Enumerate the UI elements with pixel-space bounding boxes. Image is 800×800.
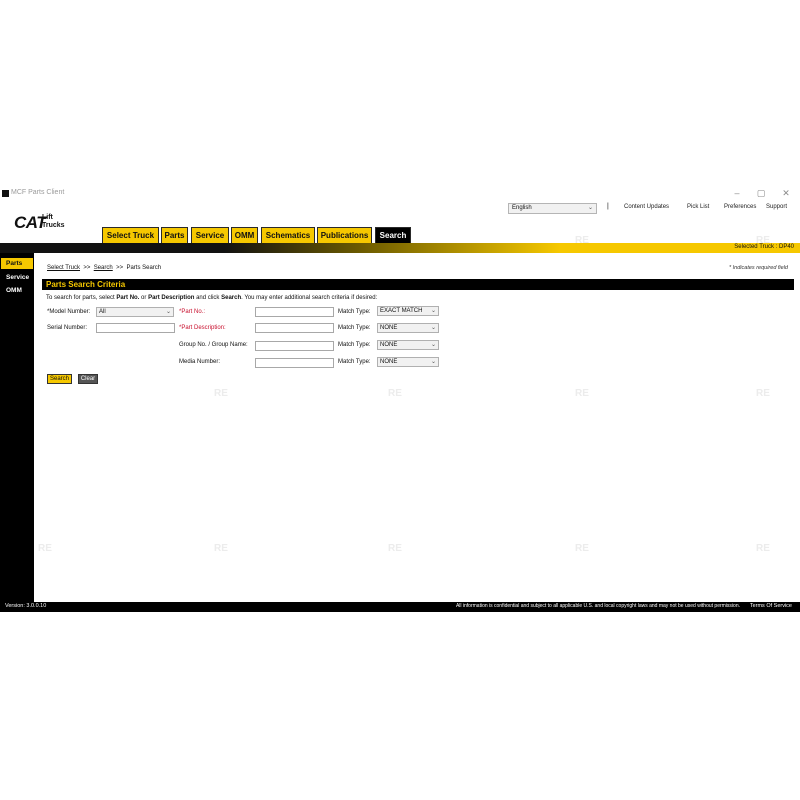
model-number-select[interactable]: All ⌄ [96, 307, 174, 317]
watermark: RE [575, 235, 589, 246]
watermark: RE [214, 543, 228, 554]
match-type-label: Match Type: [338, 309, 371, 315]
title-bar: MCF Parts Client – ▢ ✕ [0, 187, 800, 201]
section-title: Parts Search Criteria [46, 280, 126, 289]
section-header: Parts Search Criteria [42, 279, 794, 290]
language-value: English [512, 205, 532, 211]
breadcrumb-current: Parts Search [126, 265, 162, 271]
tab-schematics[interactable]: Schematics [261, 227, 315, 243]
tab-parts[interactable]: Parts [161, 227, 188, 243]
breadcrumb-sep: >> [116, 265, 124, 271]
logo-subtitle: Lift Trucks [42, 214, 65, 229]
chevron-down-icon: ⌄ [430, 342, 436, 348]
instructions-part: Search [221, 295, 242, 301]
instructions-part: . You may enter additional search criter… [241, 295, 378, 301]
match-type-value: EXACT MATCH [380, 308, 423, 314]
watermark: RE [388, 388, 402, 399]
instructions-part: and click [194, 295, 222, 301]
close-button[interactable]: ✕ [780, 188, 792, 199]
watermark: RE [388, 543, 402, 554]
header-separator: | [607, 203, 609, 210]
sidebar: Parts Service OMM [0, 253, 34, 602]
window-title: MCF Parts Client [11, 189, 65, 196]
match-type-label: Match Type: [338, 359, 371, 365]
match-type-select-group[interactable]: NONE ⌄ [377, 340, 439, 350]
breadcrumb-select-truck[interactable]: Select Truck [47, 265, 80, 271]
match-type-select-part-no[interactable]: EXACT MATCH ⌄ [377, 306, 439, 316]
serial-number-input[interactable] [96, 323, 175, 333]
sidebar-item-service[interactable]: Service [1, 272, 33, 283]
chevron-down-icon: ⌄ [430, 359, 436, 365]
media-number-label: Media Number: [179, 359, 221, 365]
instructions-part: or [139, 295, 149, 301]
instructions-part: Part No. [116, 295, 140, 301]
preferences-link[interactable]: Preferences [724, 204, 756, 210]
terms-of-service-link[interactable]: Terms Of Service [750, 603, 792, 609]
support-link[interactable]: Support [766, 204, 787, 210]
serial-number-label: Serial Number: [47, 325, 88, 331]
match-type-select-media[interactable]: NONE ⌄ [377, 357, 439, 367]
group-label: Group No. / Group Name: [179, 342, 248, 348]
clear-button[interactable]: Clear [78, 374, 98, 384]
media-number-input[interactable] [255, 358, 334, 368]
watermark: RE [756, 235, 770, 246]
model-number-label: *Model Number: [47, 309, 91, 315]
tab-search[interactable]: Search [375, 227, 411, 243]
tab-select-truck[interactable]: Select Truck [102, 227, 159, 243]
cat-lift-trucks-logo: CAT Lift Trucks [14, 213, 65, 233]
legal-notice: All information is confidential and subj… [455, 603, 740, 609]
language-select[interactable]: English ⌄ [508, 203, 597, 214]
version-label: Version: 3.0.0.10 [5, 603, 47, 609]
search-button[interactable]: Search [47, 374, 72, 384]
tab-service[interactable]: Service [191, 227, 229, 243]
part-no-label: *Part No.: [179, 309, 206, 315]
sidebar-item-parts[interactable]: Parts [1, 258, 33, 269]
watermark: RE [38, 543, 52, 554]
watermark: RE [756, 543, 770, 554]
match-type-select-description[interactable]: NONE ⌄ [377, 323, 439, 333]
watermark: RE [575, 388, 589, 399]
model-number-value: All [99, 309, 106, 315]
maximize-button[interactable]: ▢ [755, 188, 767, 199]
part-description-label: *Part Description: [179, 325, 226, 331]
breadcrumb: Select Truck >> Search >> Parts Search [47, 265, 161, 271]
match-type-value: NONE [380, 342, 398, 348]
match-type-value: NONE [380, 359, 398, 365]
breadcrumb-sep: >> [83, 265, 91, 271]
header-accent-bar [0, 243, 800, 253]
match-type-label: Match Type: [338, 342, 371, 348]
instructions-part: To search for parts, select [46, 295, 117, 301]
part-no-input[interactable] [255, 307, 334, 317]
breadcrumb-search[interactable]: Search [94, 265, 113, 271]
instructions-part: Part Description [148, 295, 195, 301]
match-type-label: Match Type: [338, 325, 371, 331]
part-description-input[interactable] [255, 323, 334, 333]
minimize-button[interactable]: – [731, 188, 743, 198]
content-updates-link[interactable]: Content Updates [624, 204, 669, 210]
app-icon [2, 190, 9, 197]
instructions-text: To search for parts, select Part No. or … [46, 295, 377, 301]
pick-list-link[interactable]: Pick List [687, 204, 709, 210]
group-input[interactable] [255, 341, 334, 351]
watermark: RE [756, 388, 770, 399]
tab-publications[interactable]: Publications [317, 227, 372, 243]
required-field-note: * Indicates required field [728, 265, 788, 271]
chevron-down-icon: ⌄ [587, 205, 593, 211]
chevron-down-icon: ⌄ [165, 309, 171, 315]
footer: Version: 3.0.0.10 All information is con… [0, 602, 800, 612]
app-window: MCF Parts Client – ▢ ✕ CAT Lift Trucks E… [0, 187, 800, 612]
watermark: RE [214, 388, 228, 399]
chevron-down-icon: ⌄ [430, 308, 436, 314]
watermark: RE [575, 543, 589, 554]
sidebar-item-omm[interactable]: OMM [1, 285, 33, 296]
chevron-down-icon: ⌄ [430, 325, 436, 331]
main-content: RE RE RE RE RE RE RE RE RE RE RE Select … [38, 235, 794, 602]
match-type-value: NONE [380, 325, 398, 331]
tab-omm[interactable]: OMM [231, 227, 258, 243]
